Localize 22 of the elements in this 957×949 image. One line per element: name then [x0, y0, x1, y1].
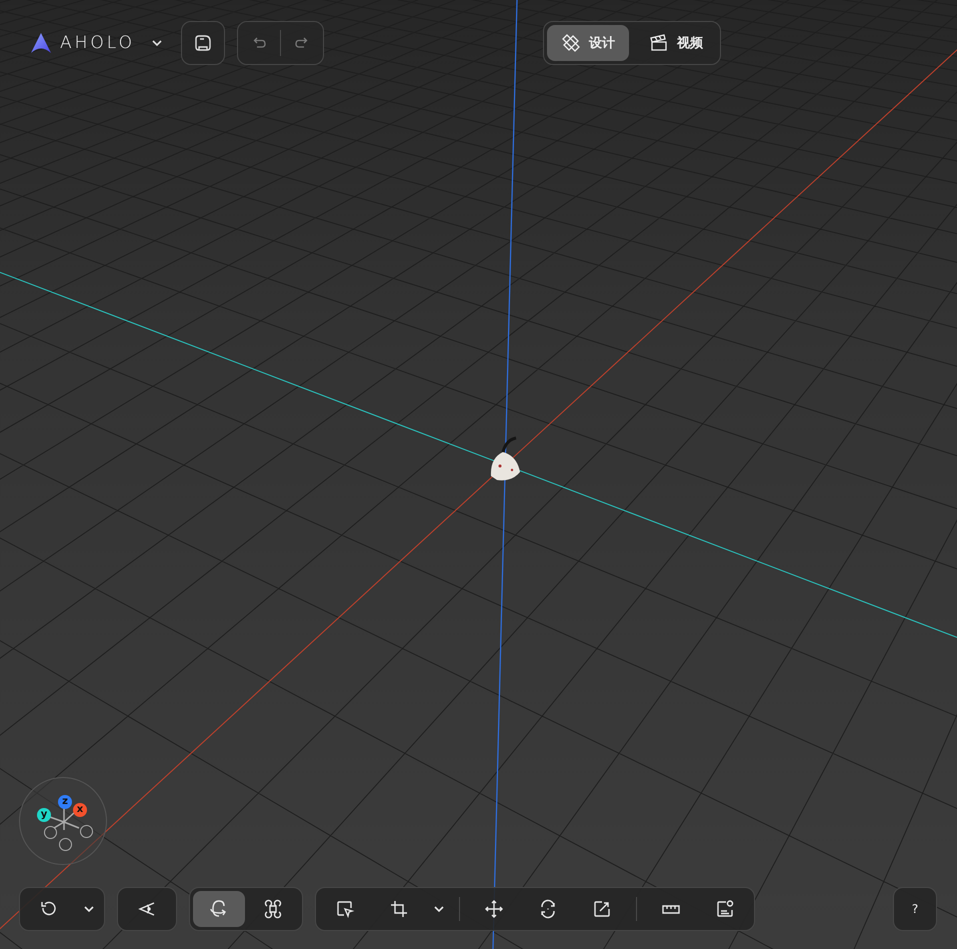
- scale-icon: [592, 899, 612, 919]
- select-icon: [335, 899, 355, 919]
- mode-tab[interactable]: 视频: [635, 25, 717, 61]
- orbit-icon: [209, 899, 229, 919]
- clapperboard-icon: [649, 33, 669, 53]
- mode-tab[interactable]: 设计: [547, 25, 629, 61]
- brand-name: AHOLO: [60, 33, 136, 53]
- save-button[interactable]: [181, 21, 226, 65]
- axis-gizmo[interactable]: y z x: [19, 777, 107, 865]
- help-button[interactable]: ?: [893, 887, 937, 931]
- kettle-drawing[interactable]: [488, 436, 520, 482]
- pan-icon: [263, 899, 283, 919]
- caret-icon[interactable]: [151, 39, 164, 47]
- axis-handle[interactable]: [80, 825, 93, 838]
- logo-icon: [30, 32, 52, 54]
- move-icon: [484, 899, 504, 919]
- save-icon: [194, 34, 212, 52]
- axis-handle[interactable]: [44, 826, 57, 839]
- crop-icon: [389, 899, 409, 919]
- orbit-button[interactable]: [193, 891, 245, 927]
- annotate-icon: [715, 899, 735, 919]
- axis-handle[interactable]: [59, 838, 72, 851]
